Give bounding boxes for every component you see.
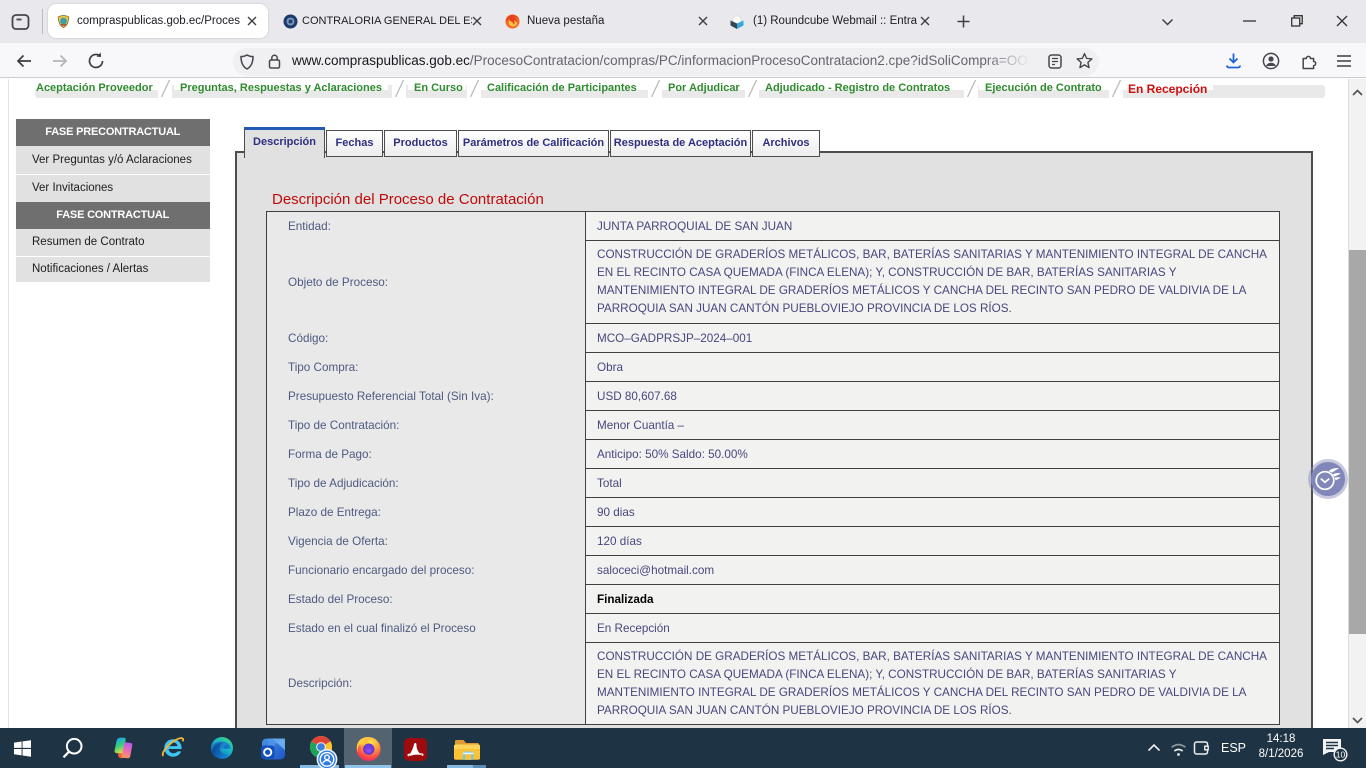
- svg-text:10: 10: [1336, 750, 1346, 760]
